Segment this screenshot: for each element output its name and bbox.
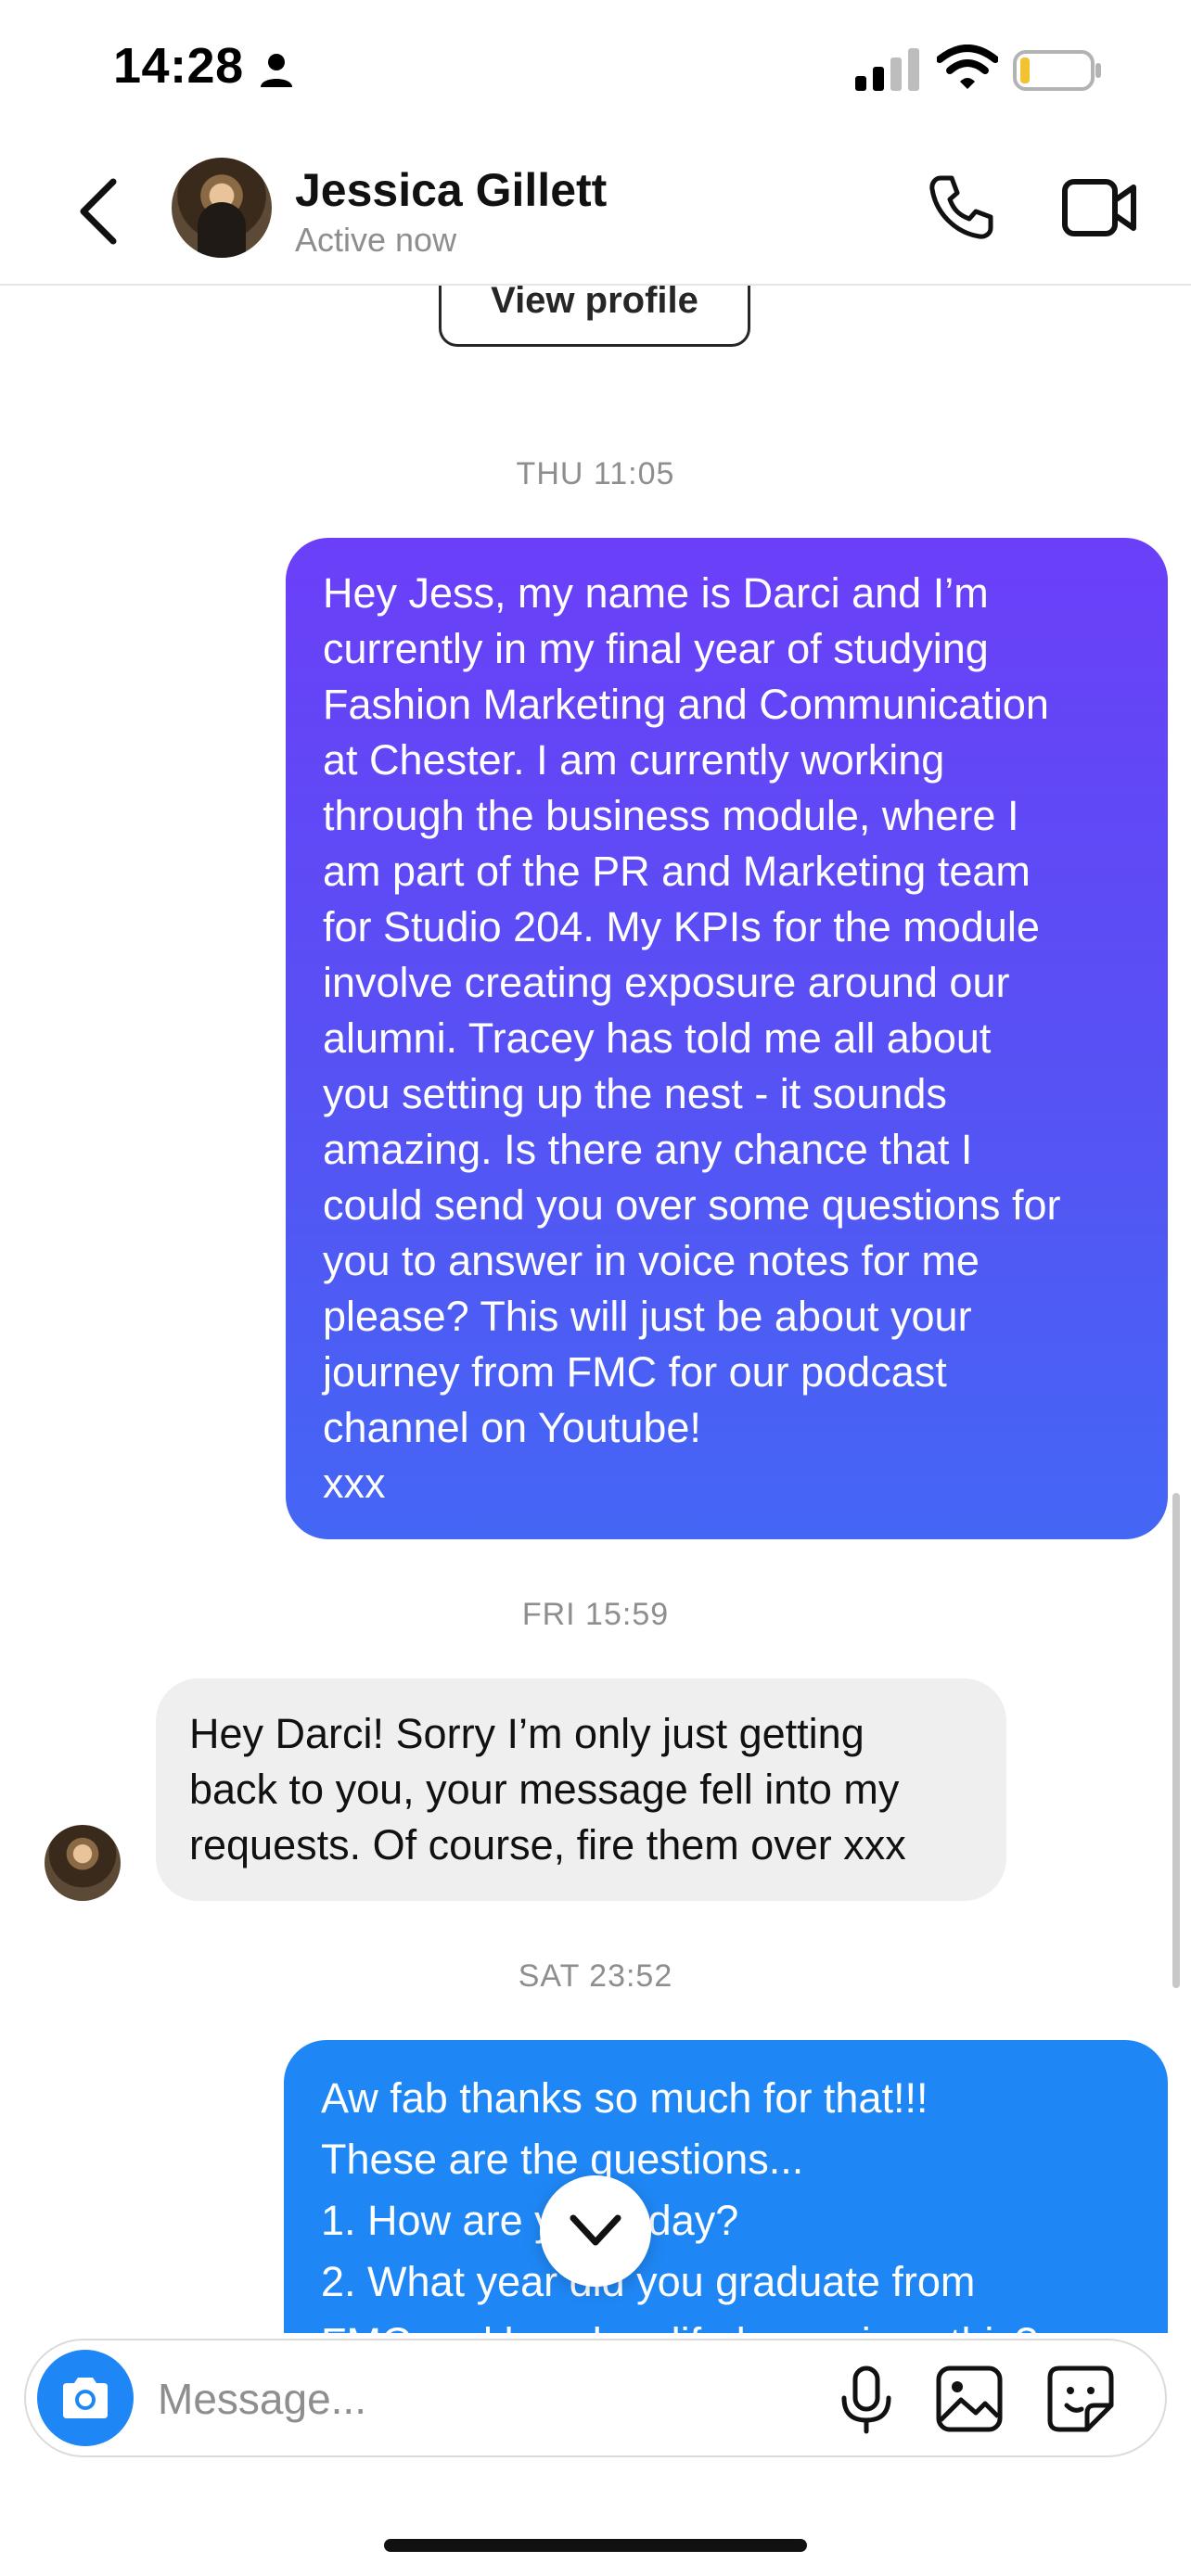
active-status: Active now xyxy=(295,221,457,259)
gallery-icon[interactable] xyxy=(935,2365,1004,2433)
received-message-bubble[interactable]: Hey Darci! Sorry I’m only just getting b… xyxy=(156,1678,1006,1901)
phone-icon[interactable] xyxy=(928,174,994,241)
scrollbar[interactable] xyxy=(1172,1493,1180,1988)
message-composer xyxy=(24,2339,1167,2457)
wifi-icon xyxy=(937,45,998,89)
status-time: 14:28 xyxy=(113,38,244,94)
sender-avatar[interactable] xyxy=(45,1825,121,1901)
message-input[interactable] xyxy=(156,2363,827,2435)
status-bar: 14:28 xyxy=(0,0,1191,139)
message-timestamp: SAT 23:52 xyxy=(518,1958,673,1994)
microphone-icon[interactable] xyxy=(833,2365,900,2435)
message-timestamp: THU 11:05 xyxy=(516,456,675,491)
view-profile-button[interactable]: View profile xyxy=(439,286,750,347)
back-chevron-icon[interactable] xyxy=(72,176,128,247)
sent-message-bubble[interactable]: Aw fab thanks so much for that!!! These … xyxy=(284,2040,1168,2333)
message-timestamp: FRI 15:59 xyxy=(521,1597,670,1632)
camera-icon xyxy=(63,2378,108,2418)
video-camera-icon[interactable] xyxy=(1061,176,1137,239)
contact-avatar[interactable] xyxy=(172,158,272,258)
cellular-signal-icon xyxy=(855,48,919,91)
camera-button[interactable] xyxy=(37,2350,134,2446)
conversation-header: Jessica Gillett Active now xyxy=(0,139,1191,286)
scroll-to-bottom-button[interactable] xyxy=(540,2175,651,2287)
chevron-down-icon xyxy=(570,2214,621,2246)
battery-icon xyxy=(1013,50,1101,91)
message-thread[interactable]: View profile THU 11:05 Hey Jess, my name… xyxy=(0,286,1191,2333)
person-icon xyxy=(261,54,292,87)
contact-name[interactable]: Jessica Gillett xyxy=(295,163,607,217)
home-indicator[interactable] xyxy=(384,2539,807,2552)
sticker-icon[interactable] xyxy=(1046,2365,1115,2433)
sent-message-bubble[interactable]: Hey Jess, my name is Darci and I’m curre… xyxy=(286,538,1168,1539)
